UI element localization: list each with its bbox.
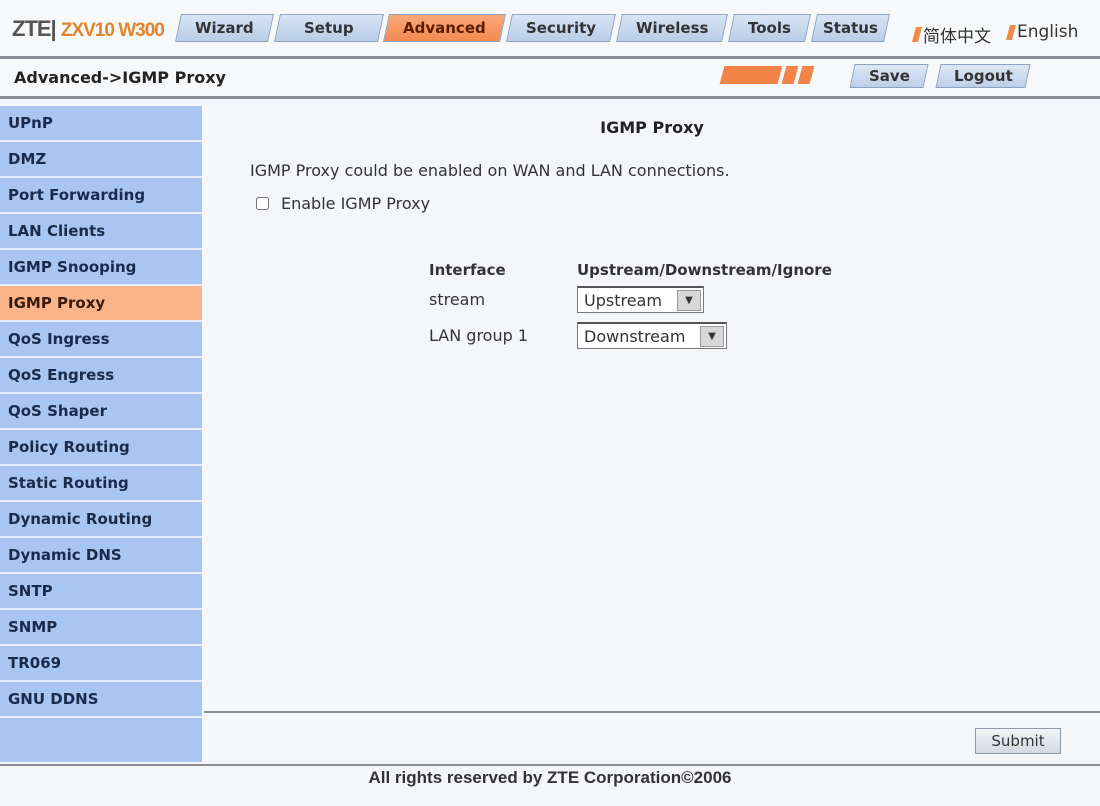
breadcrumb: Advanced->IGMP Proxy bbox=[14, 68, 226, 87]
sidebar: UPnP DMZ Port Forwarding LAN Clients IGMP Sn… bbox=[0, 106, 202, 762]
chevron-down-icon[interactable]: ▼ bbox=[677, 289, 701, 311]
sidebar-item-port-forwarding[interactable]: Port Forwarding bbox=[0, 178, 202, 214]
tab-tools[interactable]: Tools bbox=[728, 14, 812, 42]
decoration-bars bbox=[719, 66, 815, 84]
flag-marker-icon bbox=[1005, 24, 1017, 40]
sidebar-item-upnp[interactable]: UPnP bbox=[0, 106, 202, 142]
page-title: IGMP Proxy bbox=[600, 118, 704, 137]
flag-marker-icon bbox=[911, 27, 923, 42]
interface-name: stream bbox=[429, 290, 486, 309]
sidebar-item-gnu-ddns[interactable]: GNU DDNS bbox=[0, 682, 202, 718]
enable-igmp-proxy[interactable]: Enable IGMP Proxy bbox=[256, 194, 430, 213]
sidebar-item-igmp-snooping[interactable]: IGMP Snooping bbox=[0, 250, 202, 286]
sidebar-item-static-routing[interactable]: Static Routing bbox=[0, 466, 202, 502]
sidebar-item-qos-ingress[interactable]: QoS Ingress bbox=[0, 322, 202, 358]
header: ZTE| ZXV10 W300 Wizard Setup Advanced Se… bbox=[0, 0, 1100, 56]
interface-name: LAN group 1 bbox=[429, 326, 529, 345]
enable-igmp-proxy-label: Enable IGMP Proxy bbox=[281, 194, 431, 213]
tab-status[interactable]: Status bbox=[811, 14, 891, 42]
tab-wizard[interactable]: Wizard bbox=[175, 14, 274, 42]
sidebar-item-qos-shaper[interactable]: QoS Shaper bbox=[0, 394, 202, 430]
sidebar-item-qos-engress[interactable]: QoS Engress bbox=[0, 358, 202, 394]
brand-logo: ZTE| bbox=[12, 16, 57, 41]
logo: ZTE| ZXV10 W300 bbox=[12, 16, 165, 42]
sidebar-item-dynamic-routing[interactable]: Dynamic Routing bbox=[0, 502, 202, 538]
divider bbox=[204, 711, 1100, 713]
submit-button[interactable]: Submit bbox=[975, 728, 1061, 754]
mode-select-stream[interactable]: Upstream ▼ bbox=[577, 286, 704, 313]
main-nav: Wizard Setup Advanced Security Wireless … bbox=[175, 14, 891, 42]
sidebar-item-policy-routing[interactable]: Policy Routing bbox=[0, 430, 202, 466]
enable-igmp-proxy-checkbox[interactable] bbox=[256, 197, 269, 210]
sidebar-item-tr069[interactable]: TR069 bbox=[0, 646, 202, 682]
sidebar-item-snmp[interactable]: SNMP bbox=[0, 610, 202, 646]
main-content: IGMP Proxy IGMP Proxy could be enabled o… bbox=[204, 106, 1100, 762]
copyright: All rights reserved by ZTE Corporation©2… bbox=[368, 768, 732, 787]
model-name: ZXV10 W300 bbox=[60, 20, 165, 41]
tab-wireless[interactable]: Wireless bbox=[616, 14, 729, 42]
divider bbox=[0, 96, 1100, 99]
lang-english-link[interactable]: English bbox=[1005, 22, 1078, 42]
save-button[interactable]: Save bbox=[849, 64, 929, 88]
sidebar-item-dmz[interactable]: DMZ bbox=[0, 142, 202, 178]
chevron-down-icon[interactable]: ▼ bbox=[700, 325, 724, 347]
footer: All rights reserved by ZTE Corporation©2… bbox=[0, 764, 1100, 806]
description: IGMP Proxy could be enabled on WAN and L… bbox=[250, 161, 730, 180]
sidebar-item-lan-clients[interactable]: LAN Clients bbox=[0, 214, 202, 250]
breadcrumb-bar: Advanced->IGMP Proxy bbox=[0, 59, 1100, 96]
tab-setup[interactable]: Setup bbox=[273, 14, 384, 42]
sidebar-item-sntp[interactable]: SNTP bbox=[0, 574, 202, 610]
sidebar-item-dynamic-dns[interactable]: Dynamic DNS bbox=[0, 538, 202, 574]
logout-button[interactable]: Logout bbox=[935, 64, 1031, 88]
lang-chinese-link[interactable]: 简体中文 bbox=[911, 22, 991, 47]
column-header-mode: Upstream/Downstream/Ignore bbox=[577, 261, 832, 279]
mode-select-lan-group-1[interactable]: Downstream ▼ bbox=[577, 322, 727, 349]
column-header-interface: Interface bbox=[429, 261, 506, 279]
tab-advanced[interactable]: Advanced bbox=[383, 14, 506, 42]
sidebar-item-igmp-proxy[interactable]: IGMP Proxy bbox=[0, 286, 202, 322]
tab-security[interactable]: Security bbox=[506, 14, 617, 42]
